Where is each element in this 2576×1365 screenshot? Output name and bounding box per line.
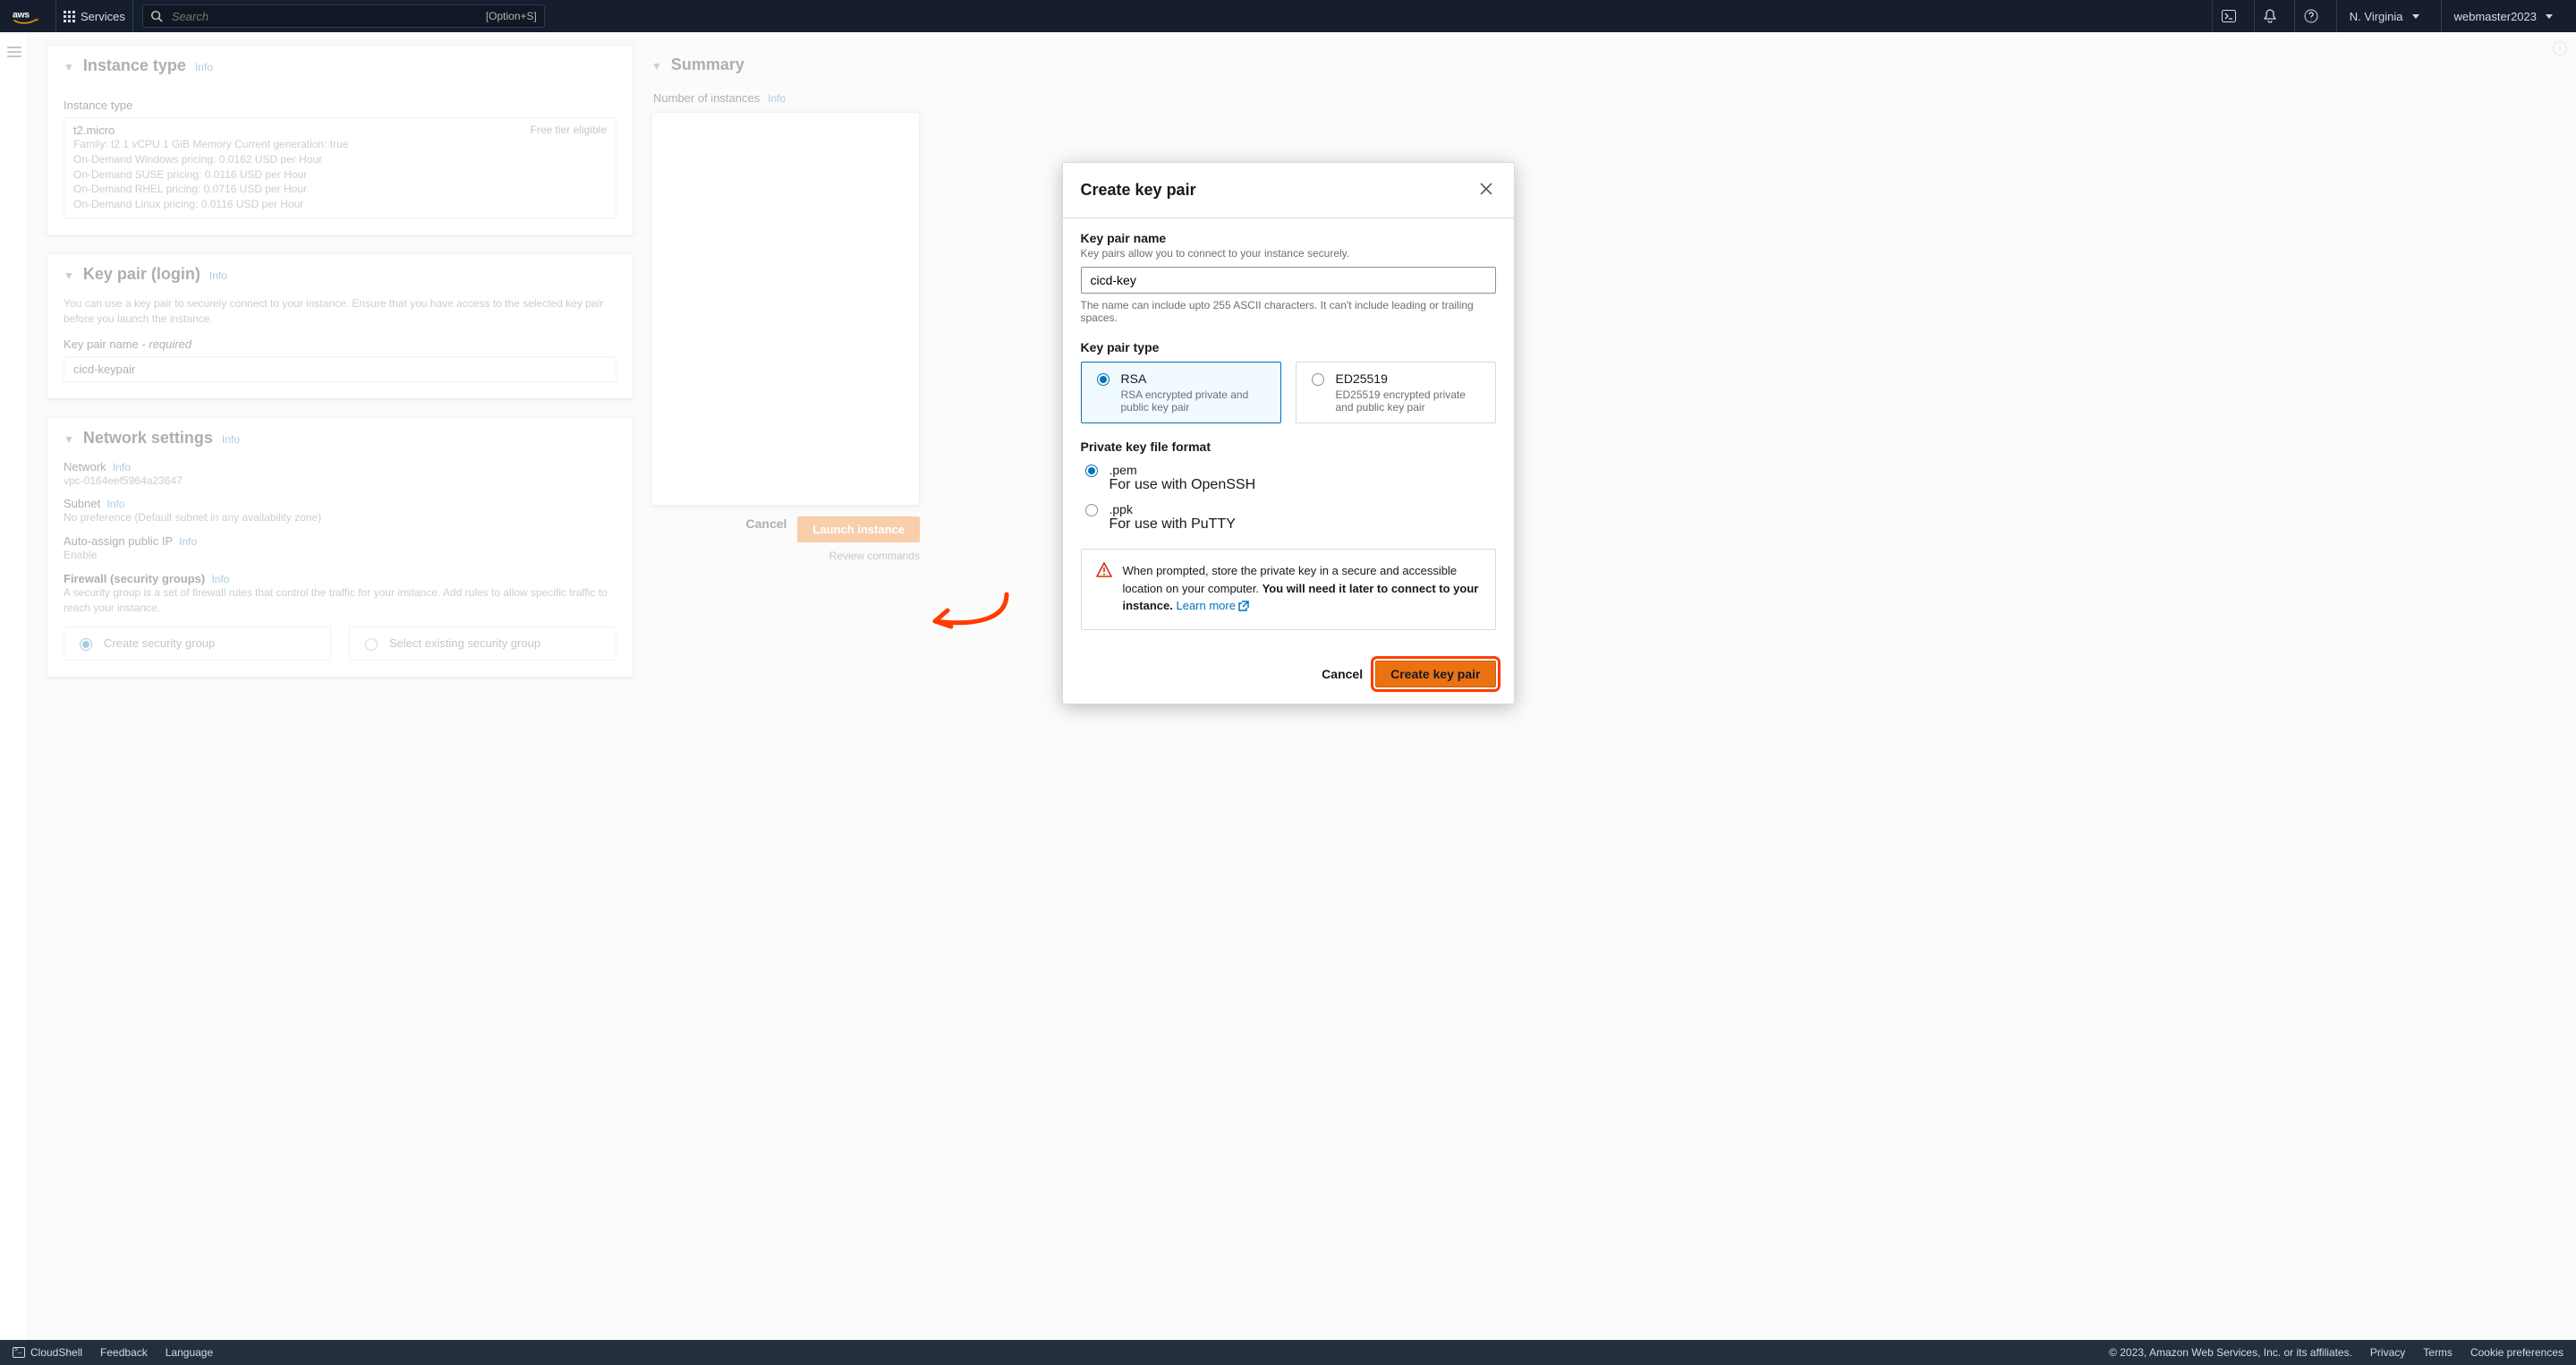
option-title: .pem: [1109, 463, 1256, 477]
chevron-down-icon: [2412, 14, 2419, 19]
field-sublabel: Key pairs allow you to connect to your i…: [1081, 247, 1496, 260]
account-menu[interactable]: webmaster2023: [2441, 0, 2566, 32]
format-ppk[interactable]: .ppk For use with PuTTY: [1081, 502, 1496, 533]
services-menu[interactable]: Services: [55, 0, 133, 32]
option-sub: For use with OpenSSH: [1109, 477, 1256, 493]
cancel-button[interactable]: Cancel: [1322, 667, 1363, 681]
cloudshell-link[interactable]: CloudShell: [13, 1346, 82, 1359]
grid-icon: [64, 11, 75, 22]
field-label: Key pair name: [1081, 231, 1496, 245]
radio[interactable]: [1097, 373, 1109, 386]
terms-link[interactable]: Terms: [2423, 1346, 2453, 1359]
keypair-name-input[interactable]: [1081, 267, 1496, 294]
search-box[interactable]: [Option+S]: [142, 4, 545, 28]
svg-text:aws: aws: [13, 10, 30, 21]
search-shortcut: [Option+S]: [486, 10, 537, 22]
option-title: .ppk: [1109, 502, 1236, 516]
label: CloudShell: [30, 1346, 82, 1359]
keypair-type-ed25519[interactable]: ED25519 ED25519 encrypted private and pu…: [1296, 362, 1496, 423]
field-hint: The name can include upto 255 ASCII char…: [1081, 299, 1496, 324]
aws-logo[interactable]: aws: [11, 8, 41, 24]
radio[interactable]: [1312, 373, 1324, 386]
learn-more-link[interactable]: Learn more: [1176, 599, 1248, 612]
services-label: Services: [81, 10, 125, 23]
radio[interactable]: [1085, 504, 1098, 516]
external-link-icon: [1238, 599, 1249, 617]
notifications-button[interactable]: [2254, 0, 2285, 32]
cookie-preferences-link[interactable]: Cookie preferences: [2470, 1346, 2563, 1359]
keypair-type-rsa[interactable]: RSA RSA encrypted private and public key…: [1081, 362, 1281, 423]
bottom-bar: CloudShell Feedback Language © 2023, Ama…: [0, 1340, 2576, 1365]
region-menu[interactable]: N. Virginia: [2336, 0, 2432, 32]
privacy-link[interactable]: Privacy: [2370, 1346, 2405, 1359]
option-sub: For use with PuTTY: [1109, 516, 1236, 533]
warning-alert: When prompted, store the private key in …: [1081, 549, 1496, 630]
chevron-down-icon: [2546, 14, 2553, 19]
create-keypair-modal: Create key pair Key pair name Key pairs …: [1062, 162, 1515, 704]
region-label: N. Virginia: [2350, 10, 2403, 23]
field-label: Key pair type: [1081, 340, 1496, 354]
radio[interactable]: [1085, 465, 1098, 477]
option-sub: ED25519 encrypted private and public key…: [1336, 388, 1484, 414]
copyright: © 2023, Amazon Web Services, Inc. or its…: [2109, 1346, 2352, 1359]
language-link[interactable]: Language: [166, 1346, 213, 1359]
option-sub: RSA encrypted private and public key pai…: [1121, 388, 1270, 414]
close-icon: [1480, 183, 1492, 195]
search-input[interactable]: [170, 9, 479, 24]
page: i ▼ Instance type Info Instance type t2.…: [0, 32, 2576, 1340]
help-button[interactable]: [2294, 0, 2327, 32]
top-nav: aws Services [Option+S] N. Virginia webm…: [0, 0, 2576, 32]
alert-message: When prompted, store the private key in …: [1123, 562, 1481, 617]
feedback-link[interactable]: Feedback: [100, 1346, 148, 1359]
modal-title: Create key pair: [1081, 181, 1196, 200]
search-icon: [150, 10, 163, 22]
format-pem[interactable]: .pem For use with OpenSSH: [1081, 463, 1496, 493]
account-label: webmaster2023: [2454, 10, 2538, 23]
cloudshell-icon: [13, 1347, 25, 1358]
option-title: RSA: [1121, 371, 1270, 386]
field-label: Private key file format: [1081, 439, 1496, 454]
option-title: ED25519: [1336, 371, 1484, 386]
cloudshell-button[interactable]: [2212, 0, 2245, 32]
warning-icon: [1096, 562, 1112, 617]
close-button[interactable]: [1476, 177, 1496, 203]
create-keypair-button[interactable]: Create key pair: [1375, 661, 1495, 687]
